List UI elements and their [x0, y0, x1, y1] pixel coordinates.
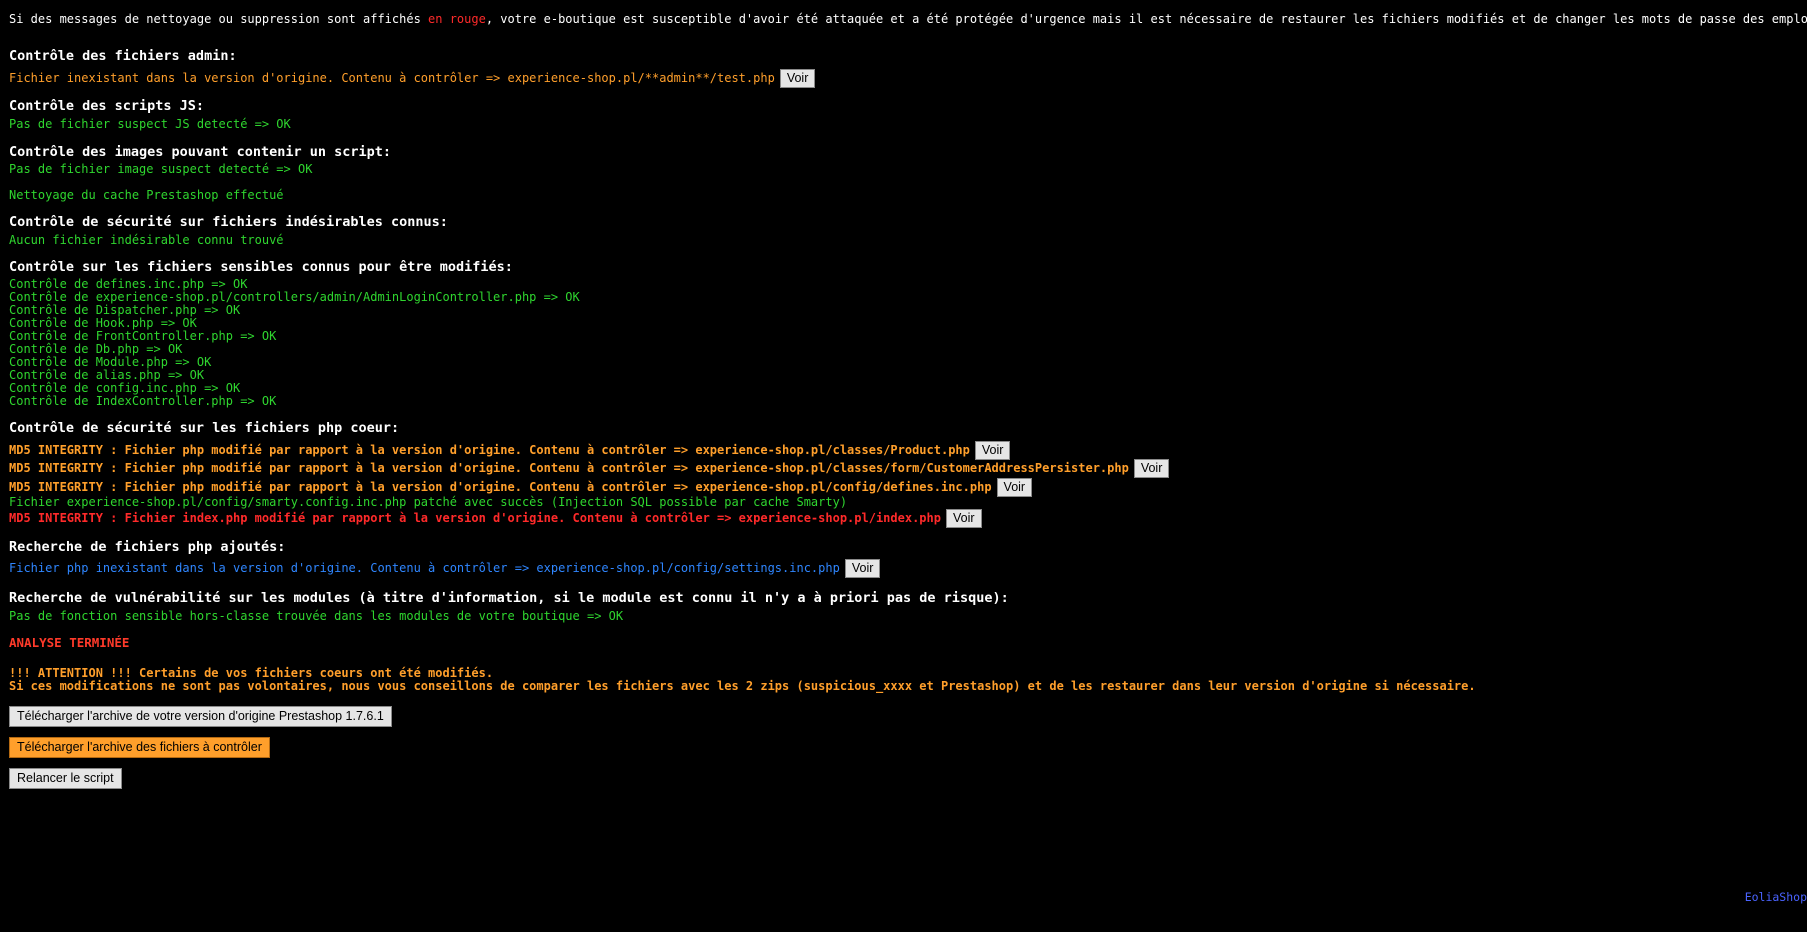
- cache-message: Nettoyage du cache Prestashop effectué: [9, 188, 284, 202]
- core-message: Fichier php modifié par rapport à la ver…: [124, 480, 992, 494]
- md5-prefix: MD5 INTEGRITY :: [9, 480, 125, 494]
- rerun-script-button[interactable]: Relancer le script: [9, 768, 122, 789]
- core-message: Fichier index.php modifié par rapport à …: [124, 511, 941, 525]
- core-smarty-patched: Fichier experience-shop.pl/config/smarty…: [9, 495, 848, 509]
- intro-text-after: , votre e-boutique est susceptible d'avo…: [485, 12, 1807, 26]
- unwanted-message: Aucun fichier indésirable connu trouvé: [9, 233, 284, 247]
- list-item: Contrôle de IndexController.php => OK: [9, 394, 277, 408]
- core-voir-button-customer-address[interactable]: Voir: [1133, 459, 1170, 478]
- admin-result: Fichier inexistant dans la version d'ori…: [9, 69, 816, 88]
- core-result-index: MD5 INTEGRITY : Fichier index.php modifi…: [9, 509, 982, 528]
- core-message: Fichier php modifié par rapport à la ver…: [124, 443, 970, 457]
- core-voir-button-index[interactable]: Voir: [945, 509, 982, 528]
- core-voir-button-defines[interactable]: Voir: [996, 478, 1033, 497]
- eoliashop-link[interactable]: EoliaShop: [1745, 890, 1807, 904]
- core-message: Fichier php modifié par rapport à la ver…: [124, 461, 1129, 475]
- unwanted-heading: Contrôle de sécurité sur fichiers indési…: [9, 214, 448, 230]
- admin-heading: Contrôle des fichiers admin:: [9, 48, 237, 64]
- core-heading: Contrôle de sécurité sur les fichiers ph…: [9, 420, 400, 436]
- added-heading: Recherche de fichiers php ajoutés:: [9, 539, 286, 555]
- admin-voir-button[interactable]: Voir: [779, 69, 816, 88]
- js-heading: Contrôle des scripts JS:: [9, 98, 205, 114]
- admin-message: Fichier inexistant dans la version d'ori…: [9, 71, 775, 85]
- download-check-button[interactable]: Télécharger l'archive des fichiers à con…: [9, 737, 270, 758]
- core-voir-button-product[interactable]: Voir: [974, 441, 1011, 460]
- sensitive-heading: Contrôle sur les fichiers sensibles conn…: [9, 259, 513, 275]
- intro-text-before: Si des messages de nettoyage ou suppress…: [9, 12, 429, 26]
- download-original-button[interactable]: Télécharger l'archive de votre version d…: [9, 706, 392, 727]
- analysis-done: ANALYSE TERMINÉE: [9, 635, 130, 650]
- added-result: Fichier php inexistant dans la version d…: [9, 559, 881, 578]
- js-message: Pas de fichier suspect JS detecté => OK: [9, 117, 291, 131]
- images-message: Pas de fichier image suspect detecté => …: [9, 162, 313, 176]
- core-result-product: MD5 INTEGRITY : Fichier php modifié par …: [9, 441, 1011, 460]
- intro-notice: Si des messages de nettoyage ou suppress…: [9, 12, 1807, 26]
- intro-highlight: en rouge: [428, 12, 486, 26]
- core-result-customer-address: MD5 INTEGRITY : Fichier php modifié par …: [9, 459, 1170, 478]
- added-message: Fichier php inexistant dans la version d…: [9, 561, 840, 575]
- vuln-heading: Recherche de vulnérabilité sur les modul…: [9, 590, 1009, 606]
- vuln-message: Pas de fonction sensible hors-classe tro…: [9, 609, 624, 623]
- added-voir-button[interactable]: Voir: [844, 559, 881, 578]
- md5-prefix: MD5 INTEGRITY :: [9, 461, 125, 475]
- images-heading: Contrôle des images pouvant contenir un …: [9, 144, 392, 160]
- md5-prefix: MD5 INTEGRITY :: [9, 511, 125, 525]
- warning-line-2: Si ces modifications ne sont pas volonta…: [9, 679, 1476, 693]
- md5-prefix: MD5 INTEGRITY :: [9, 443, 125, 457]
